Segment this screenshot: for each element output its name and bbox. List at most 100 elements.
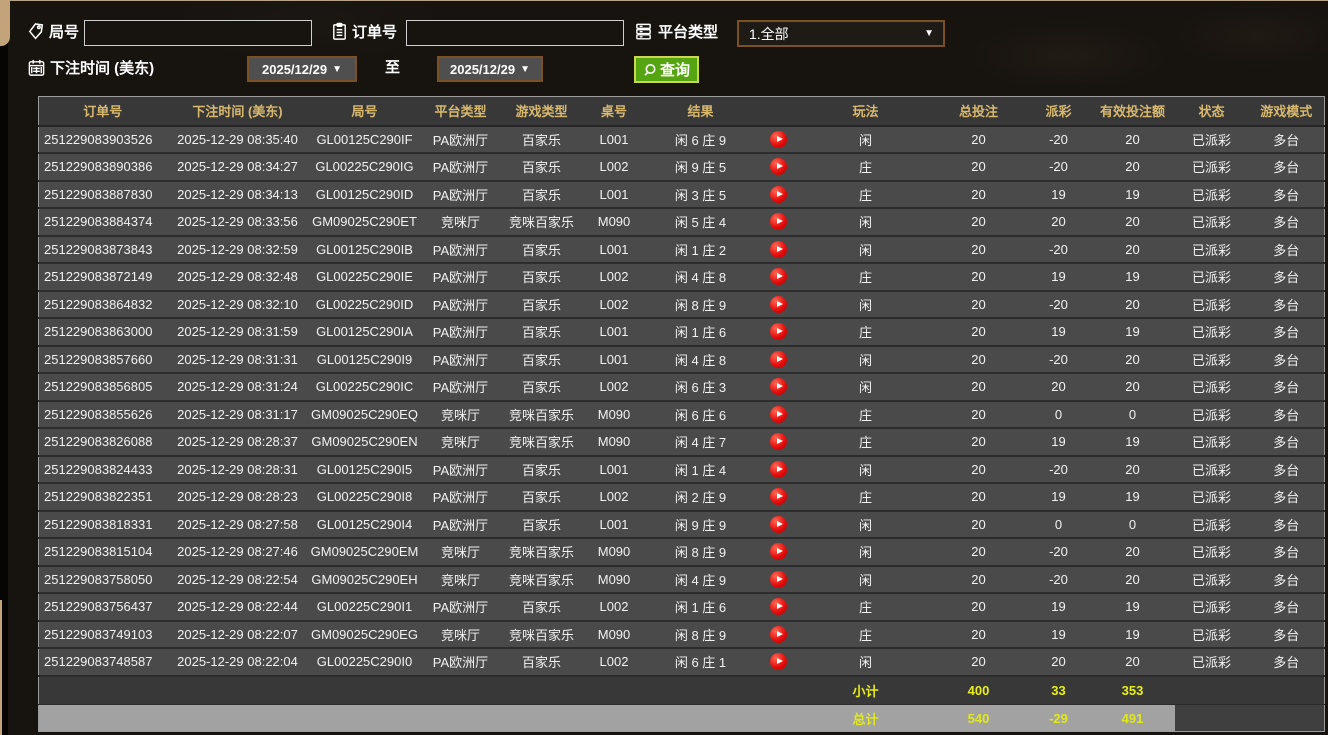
play-icon[interactable] [770, 433, 787, 450]
play-icon[interactable] [770, 598, 787, 615]
payout: 19 [1027, 318, 1091, 346]
play-icon[interactable] [770, 158, 787, 175]
play-type: 闲 [801, 208, 931, 236]
play-type: 庄 [801, 621, 931, 649]
status: 已派彩 [1175, 511, 1249, 539]
play-icon[interactable] [770, 571, 787, 588]
platform-type: 竞咪厅 [421, 538, 501, 566]
game-type: 百家乐 [501, 263, 583, 291]
table-no: M090 [583, 208, 646, 236]
replay-cell [756, 208, 801, 236]
game-type: 百家乐 [501, 456, 583, 484]
column-header-total-bet: 总投注 [931, 97, 1027, 126]
round-id: GM09025C290EH [309, 566, 421, 594]
play-icon[interactable] [770, 351, 787, 368]
play-icon[interactable] [770, 296, 787, 313]
date-to-value: 2025/12/29 [450, 62, 515, 77]
game-type: 竞咪百家乐 [501, 538, 583, 566]
replay-cell [756, 263, 801, 291]
replay-cell [756, 428, 801, 456]
subtotal-order-id [39, 676, 167, 705]
platform-type: 竞咪厅 [421, 428, 501, 456]
game-mode: 多台 [1249, 648, 1325, 676]
play-icon[interactable] [770, 323, 787, 340]
bet-time: 2025-12-29 08:22:54 [167, 566, 309, 594]
round-number-input[interactable] [84, 20, 312, 46]
total-bet: 20 [931, 346, 1027, 374]
play-type: 闲 [801, 511, 931, 539]
table-row: 2512290838183312025-12-29 08:27:58GL0012… [39, 511, 1325, 539]
total-bet: 20 [931, 456, 1027, 484]
replay-cell [756, 126, 801, 154]
order-id: 251229083884374 [39, 208, 167, 236]
game-type: 竞咪百家乐 [501, 428, 583, 456]
bet-time: 2025-12-29 08:22:07 [167, 621, 309, 649]
payout: 20 [1027, 648, 1091, 676]
game-mode: 多台 [1249, 593, 1325, 621]
payout: 19 [1027, 263, 1091, 291]
platform-type-select[interactable]: 1.全部 ▼ [737, 20, 945, 47]
date-to-picker[interactable]: 2025/12/29 ▼ [437, 56, 543, 82]
game-mode: 多台 [1249, 538, 1325, 566]
table-row: 2512290838630002025-12-29 08:31:59GL0012… [39, 318, 1325, 346]
table-no: L001 [583, 126, 646, 154]
total-total-bet: 540 [931, 705, 1027, 732]
date-from-picker[interactable]: 2025/12/29 ▼ [247, 56, 357, 82]
payout: -20 [1027, 126, 1091, 154]
game-type: 竞咪百家乐 [501, 208, 583, 236]
play-icon[interactable] [770, 186, 787, 203]
order-number-input[interactable] [406, 20, 624, 46]
round-id: GL00125C290I9 [309, 346, 421, 374]
total-bet: 20 [931, 318, 1027, 346]
game-mode: 多台 [1249, 318, 1325, 346]
play-icon[interactable] [770, 626, 787, 643]
play-icon[interactable] [770, 516, 787, 533]
result: 闲 4 庄 7 [646, 428, 756, 456]
total-row: 总计540-29491 [39, 705, 1325, 732]
play-icon[interactable] [770, 268, 787, 285]
play-icon[interactable] [770, 241, 787, 258]
play-icon[interactable] [770, 406, 787, 423]
total-bet: 20 [931, 373, 1027, 401]
payout: 19 [1027, 621, 1091, 649]
subtotal-play-type: 小计 [801, 676, 931, 705]
result: 闲 6 庄 1 [646, 648, 756, 676]
total-platform-type [421, 705, 501, 732]
order-id: 251229083857660 [39, 346, 167, 374]
play-icon[interactable] [770, 488, 787, 505]
result: 闲 5 庄 4 [646, 208, 756, 236]
status: 已派彩 [1175, 538, 1249, 566]
game-mode: 多台 [1249, 483, 1325, 511]
play-type: 闲 [801, 126, 931, 154]
play-type: 闲 [801, 456, 931, 484]
platform-type: 竞咪厅 [421, 208, 501, 236]
play-icon[interactable] [770, 543, 787, 560]
payout: 20 [1027, 373, 1091, 401]
platform-type: PA欧洲厅 [421, 263, 501, 291]
replay-cell [756, 511, 801, 539]
round-id: GL00225C290I0 [309, 648, 421, 676]
platform-type: PA欧洲厅 [421, 483, 501, 511]
column-header-payout: 派彩 [1027, 97, 1091, 126]
order-id: 251229083856805 [39, 373, 167, 401]
table-row: 2512290837485872025-12-29 08:22:04GL0022… [39, 648, 1325, 676]
play-icon[interactable] [770, 461, 787, 478]
column-header-game-mode: 游戏模式 [1249, 97, 1325, 126]
order-id: 251229083748587 [39, 648, 167, 676]
round-id: GL00225C290IG [309, 153, 421, 181]
play-icon[interactable] [770, 378, 787, 395]
result: 闲 6 庄 9 [646, 126, 756, 154]
game-type: 百家乐 [501, 346, 583, 374]
status: 已派彩 [1175, 566, 1249, 594]
play-icon[interactable] [770, 213, 787, 230]
game-type: 百家乐 [501, 648, 583, 676]
game-mode: 多台 [1249, 208, 1325, 236]
query-button[interactable]: 查询 [634, 56, 699, 83]
replay-cell [756, 346, 801, 374]
play-icon[interactable] [770, 653, 787, 670]
valid-bet: 20 [1091, 153, 1175, 181]
table-row: 2512290838878302025-12-29 08:34:13GL0012… [39, 181, 1325, 209]
play-icon[interactable] [770, 131, 787, 148]
drawer-handle[interactable] [0, 0, 10, 46]
order-id: 251229083818331 [39, 511, 167, 539]
